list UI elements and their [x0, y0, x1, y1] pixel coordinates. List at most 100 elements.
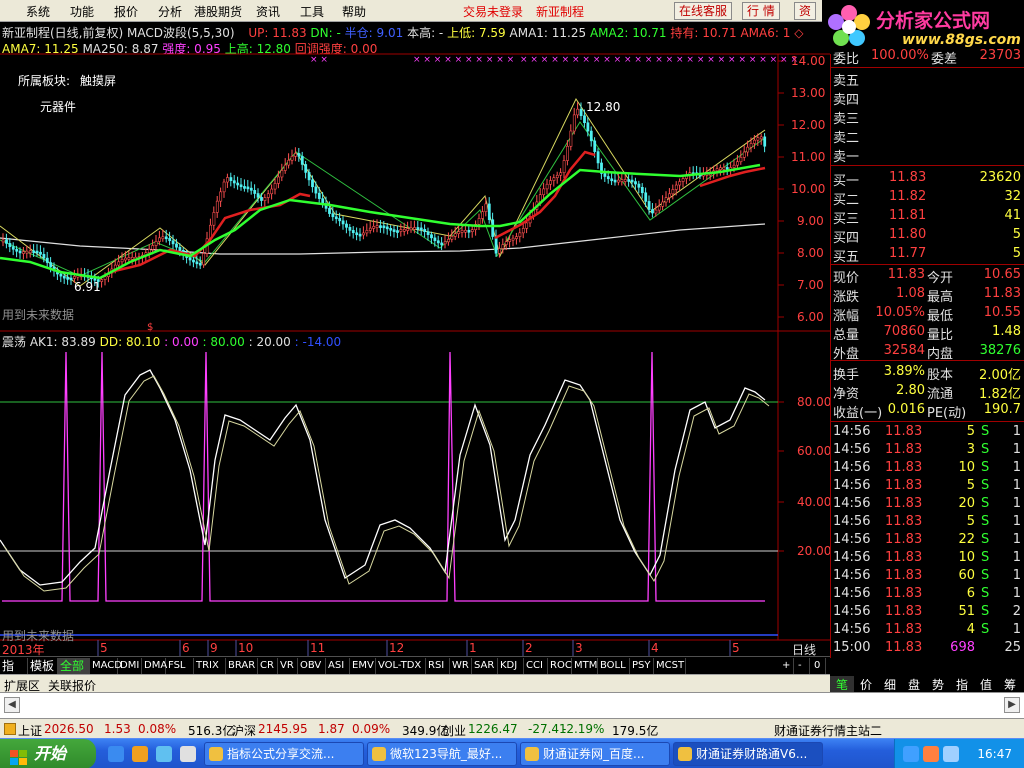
stat-label: 总量	[833, 328, 860, 343]
tick-volume: 22	[958, 532, 975, 547]
candle	[719, 167, 722, 170]
indicator-tab[interactable]: BOLL	[598, 658, 630, 674]
tab-control-button[interactable]: 0	[812, 658, 826, 674]
indicator-tab[interactable]: CR	[258, 658, 278, 674]
indicator-tab[interactable]: VOL-TDX	[376, 658, 426, 674]
candle	[39, 251, 42, 255]
menu-help[interactable]: 帮助	[342, 3, 366, 20]
tab-control-button[interactable]: +	[780, 658, 794, 674]
lower-axis-tick: 40.00	[797, 495, 832, 509]
indicator-tab[interactable]: DMI	[118, 658, 142, 674]
candle	[18, 250, 22, 254]
indicator-tab[interactable]: CCI	[524, 658, 548, 674]
indicator-tab[interactable]: WR	[450, 658, 472, 674]
tick-time: 14:56	[833, 586, 871, 601]
indicator-tab[interactable]: 全部	[58, 658, 90, 674]
buy-volume: 23620	[979, 170, 1021, 185]
tick-price: 11.83	[885, 514, 923, 529]
panel-tab[interactable]: 盘	[902, 676, 926, 693]
quicklaunch-desktop-icon[interactable]	[156, 746, 172, 762]
tick-volume: 10	[958, 550, 975, 565]
time-label: 4	[651, 641, 659, 655]
indicator-tab[interactable]: ASI	[326, 658, 350, 674]
indicator-tab[interactable]: FSL	[166, 658, 194, 674]
indicator-tab[interactable]: 指标	[0, 658, 28, 689]
menu-function[interactable]: 功能	[70, 3, 94, 20]
tick-count: 1	[1012, 424, 1021, 439]
indicator-tab[interactable]: TRIX	[194, 658, 226, 674]
menu-news[interactable]: 资讯	[256, 3, 280, 20]
lower-axis-tick: 20.00	[797, 544, 832, 558]
menu-system[interactable]: 系统	[26, 3, 50, 20]
indicator-tab[interactable]: SAR	[472, 658, 498, 674]
buy-volume: 32	[1004, 189, 1021, 204]
tray-volume-icon[interactable]	[943, 746, 959, 762]
lower-indicator-name[interactable]: 震荡	[2, 335, 26, 349]
candle	[654, 209, 658, 214]
quicklaunch-app-icon[interactable]	[132, 746, 148, 762]
indicator-tab[interactable]: MTM	[572, 658, 598, 674]
quote-row: 15:00 11.83 698 25	[831, 640, 1024, 658]
panel-tab[interactable]: 细	[878, 676, 902, 693]
horizontal-scroll-area[interactable]: ◀ ▶	[0, 692, 1024, 718]
candle	[198, 262, 202, 266]
quicklaunch-ie-icon[interactable]	[108, 746, 124, 762]
candle	[542, 188, 546, 195]
task-item-active[interactable]: 财通证券财路通V6...	[673, 742, 823, 766]
tray-app-icon[interactable]	[923, 746, 939, 762]
candle	[331, 213, 335, 218]
sector-value[interactable]: 触摸屏	[80, 72, 116, 89]
stat-label: 涨跌	[833, 290, 860, 305]
menu-quote[interactable]: 报价	[114, 3, 138, 20]
stat-value: 2.80	[896, 383, 925, 398]
panel-tab[interactable]: 指	[950, 676, 974, 693]
candle	[287, 159, 291, 166]
online-service-button[interactable]: 在线客服	[674, 2, 733, 20]
info-button[interactable]: 资	[794, 2, 817, 20]
tray-network-icon[interactable]	[903, 746, 919, 762]
panel-tab[interactable]: 势	[926, 676, 950, 693]
quicklaunch-explorer-icon[interactable]	[180, 746, 196, 762]
indicator-tab[interactable]: BRAR	[226, 658, 258, 674]
tick-volume: 10	[958, 460, 975, 475]
task-item[interactable]: 微软123导航_最好...	[367, 742, 517, 766]
indicator-tab[interactable]: KDJ	[498, 658, 524, 674]
indicator-tab[interactable]: VR	[278, 658, 298, 674]
panel-tab[interactable]: 笔	[830, 676, 854, 693]
login-status[interactable]: 交易未登录	[463, 3, 523, 20]
indicator-tab[interactable]: ROC	[548, 658, 572, 674]
scroll-right-icon[interactable]: ▶	[1004, 697, 1020, 713]
menu-tools[interactable]: 工具	[300, 3, 324, 20]
indicator-tab[interactable]: MACD	[90, 658, 122, 674]
indicator-tab[interactable]: OBV	[298, 658, 326, 674]
indicator-tab[interactable]: PSY	[630, 658, 654, 674]
panel-tab[interactable]: 值	[974, 676, 998, 693]
candle	[345, 223, 348, 228]
tick-price: 11.83	[885, 460, 923, 475]
menu-hk-futures[interactable]: 港股期货	[194, 3, 242, 20]
indicator-tab[interactable]: EMV	[350, 658, 376, 674]
candle	[311, 179, 314, 188]
candle	[270, 188, 274, 195]
tick-volume: 51	[958, 604, 975, 619]
scroll-left-icon[interactable]: ◀	[4, 697, 20, 713]
quote-row: 14:56 11.83 4 S 1	[831, 622, 1024, 640]
task-item[interactable]: 指标公式分享交流...	[204, 742, 364, 766]
market-button[interactable]: 行 情	[742, 2, 780, 20]
quote-row: 14:56 11.83 3 S 1	[831, 442, 1024, 460]
menu-analysis[interactable]: 分析	[158, 3, 182, 20]
start-button[interactable]: 开始	[0, 739, 96, 768]
logo-url: www.88gs.com	[902, 32, 1021, 48]
panel-tab[interactable]: 价	[854, 676, 878, 693]
candle	[120, 259, 124, 263]
indicator-tab[interactable]: RSI	[426, 658, 450, 674]
tab-control-button[interactable]: -	[796, 658, 810, 674]
task-item[interactable]: 财通证券网_百度...	[520, 742, 670, 766]
panel-tab[interactable]: 筹	[998, 676, 1022, 693]
clock[interactable]: 16:47	[977, 747, 1012, 761]
indicator-tab[interactable]: DMA	[142, 658, 167, 674]
indicator-tab[interactable]: 模板	[28, 658, 58, 674]
indicator-tab[interactable]: MCST	[654, 658, 686, 674]
tick-time: 15:00	[833, 640, 871, 655]
tick-time: 14:56	[833, 532, 871, 547]
